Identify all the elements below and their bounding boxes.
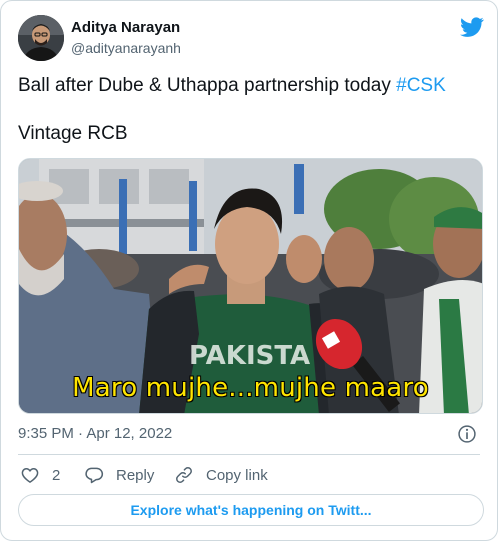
media-caption: Maro mujhe...mujhe maaro (72, 373, 429, 403)
tweet-header: Aditya Narayan @adityanarayanh (18, 15, 484, 63)
author-name[interactable]: Aditya Narayan (71, 19, 180, 36)
divider (18, 454, 480, 455)
hashtag-link[interactable]: #CSK (396, 75, 446, 96)
tweet-card: Aditya Narayan @adityanarayanh Ball afte… (0, 0, 498, 541)
copy-link-button[interactable]: Copy link (174, 463, 268, 487)
explore-button[interactable]: Explore what's happening on Twitt... (18, 494, 484, 526)
reply-label: Reply (116, 466, 155, 484)
author-handle[interactable]: @adityanarayanh (71, 40, 181, 56)
info-icon[interactable] (457, 424, 477, 444)
copy-link-label: Copy link (206, 466, 268, 484)
avatar-image (18, 15, 64, 61)
like-button[interactable]: 2 (20, 463, 60, 487)
tweet-media[interactable]: PAKISTA Maro mujhe...mujhe maaro (18, 158, 483, 414)
reply-bubble-icon (85, 467, 104, 484)
link-icon (176, 467, 192, 483)
tweet-text-line2: Vintage RCB (18, 123, 128, 144)
like-count: 2 (52, 466, 61, 484)
tweet-timestamp[interactable]: 9:35 PM · Apr 12, 2022 (18, 425, 172, 442)
explore-label: Explore what's happening on Twitt... (130, 502, 372, 518)
tweet-actions: 2 Reply Copy link (18, 463, 484, 489)
tweet-text-body: Ball after Dube & Uthappa partnership to… (18, 75, 397, 96)
reply-button[interactable]: Reply (84, 463, 154, 487)
twitter-bird-icon[interactable] (460, 15, 484, 39)
jersey-text: PAKISTA (189, 341, 310, 371)
tweet-text: Ball after Dube & Uthappa partnership to… (18, 73, 484, 146)
heart-icon (21, 468, 39, 483)
avatar[interactable] (18, 15, 64, 61)
